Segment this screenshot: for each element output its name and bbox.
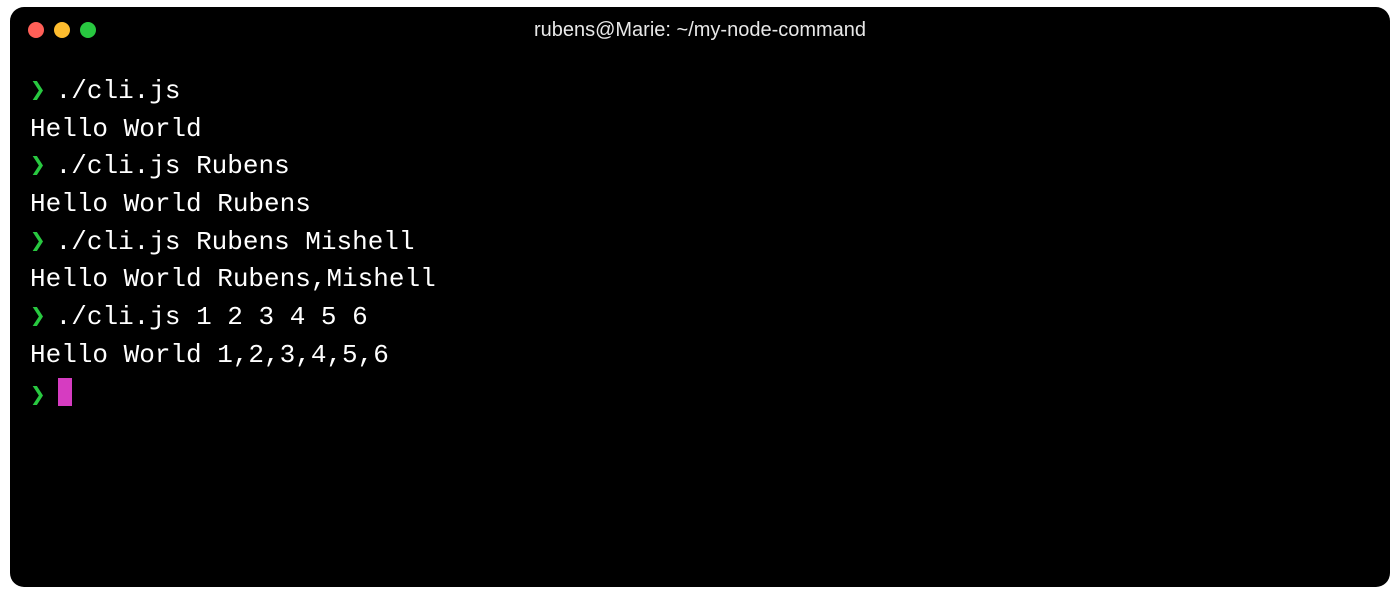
output-text: Hello World 1,2,3,4,5,6 [30, 337, 389, 375]
cursor-block [58, 378, 72, 406]
prompt-symbol: ❯ [30, 148, 46, 186]
output-text: Hello World Rubens [30, 186, 311, 224]
prompt-symbol: ❯ [30, 73, 46, 111]
prompt-symbol: ❯ [30, 224, 46, 262]
command-line: ❯ ./cli.js [30, 73, 1370, 111]
command-line: ❯ ./cli.js 1 2 3 4 5 6 [30, 299, 1370, 337]
traffic-lights [28, 22, 96, 38]
command-text: ./cli.js 1 2 3 4 5 6 [56, 299, 368, 337]
command-text: ./cli.js Rubens [56, 148, 290, 186]
output-text: Hello World [30, 111, 202, 149]
command-text: ./cli.js Rubens Mishell [56, 224, 415, 262]
minimize-icon[interactable] [54, 22, 70, 38]
terminal-window: rubens@Marie: ~/my-node-command ❯ ./cli.… [10, 7, 1390, 587]
command-text: ./cli.js [56, 73, 181, 111]
prompt-symbol: ❯ [30, 378, 46, 416]
maximize-icon[interactable] [80, 22, 96, 38]
output-line: Hello World Rubens [30, 186, 1370, 224]
output-line: Hello World Rubens,Mishell [30, 261, 1370, 299]
command-line: ❯ ./cli.js Rubens [30, 148, 1370, 186]
current-prompt-line[interactable]: ❯ [30, 375, 1370, 416]
title-bar: rubens@Marie: ~/my-node-command [10, 7, 1390, 53]
close-icon[interactable] [28, 22, 44, 38]
command-line: ❯ ./cli.js Rubens Mishell [30, 224, 1370, 262]
output-line: Hello World [30, 111, 1370, 149]
output-line: Hello World 1,2,3,4,5,6 [30, 337, 1370, 375]
prompt-symbol: ❯ [30, 299, 46, 337]
terminal-body[interactable]: ❯ ./cli.js Hello World ❯ ./cli.js Rubens… [10, 53, 1390, 587]
output-text: Hello World Rubens,Mishell [30, 261, 436, 299]
window-title: rubens@Marie: ~/my-node-command [10, 19, 1390, 42]
